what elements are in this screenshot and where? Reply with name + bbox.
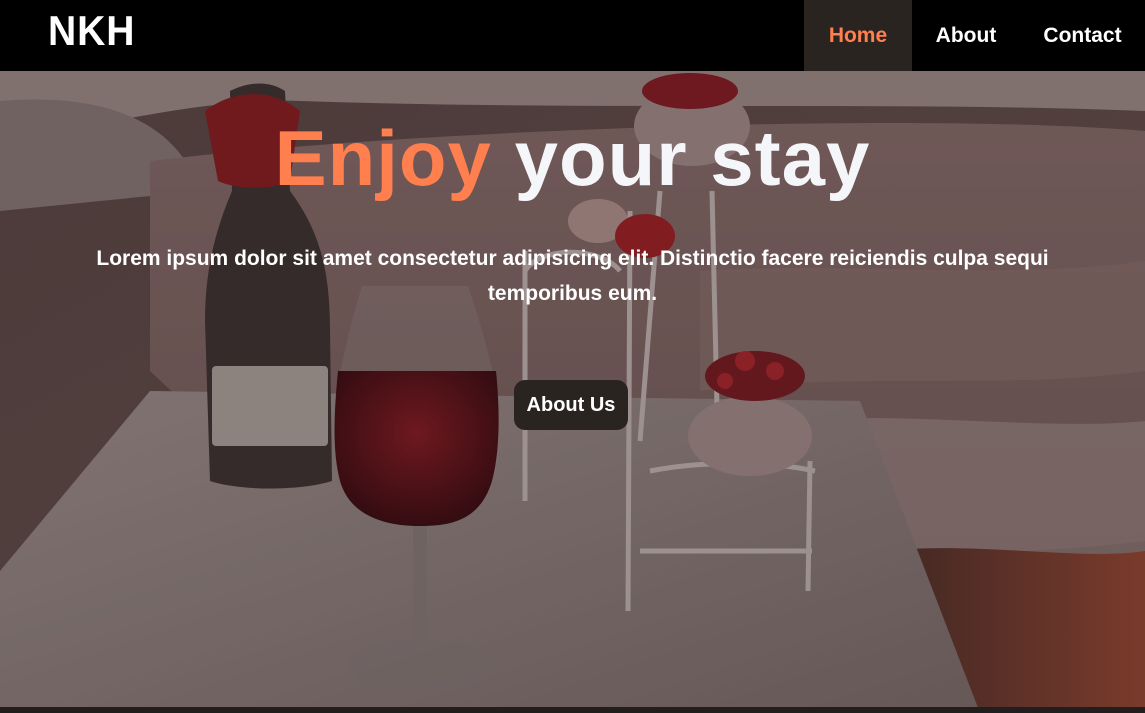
nav-item-home[interactable]: Home — [804, 0, 912, 71]
nav-item-contact[interactable]: Contact — [1020, 0, 1145, 71]
about-us-button[interactable]: About Us — [514, 380, 628, 430]
nav-item-about[interactable]: About — [912, 0, 1020, 71]
hero-title: Enjoy your stay — [0, 113, 1145, 204]
navbar: NKH Home About Contact — [0, 0, 1145, 71]
nav-links: Home About Contact — [804, 0, 1145, 71]
hero-section: Enjoy your stay Lorem ipsum dolor sit am… — [0, 71, 1145, 713]
site-logo[interactable]: NKH — [48, 7, 135, 55]
hero-title-rest: your stay — [491, 114, 871, 202]
hero-description: Lorem ipsum dolor sit amet consectetur a… — [96, 247, 1049, 305]
hero-title-accent: Enjoy — [274, 114, 492, 202]
